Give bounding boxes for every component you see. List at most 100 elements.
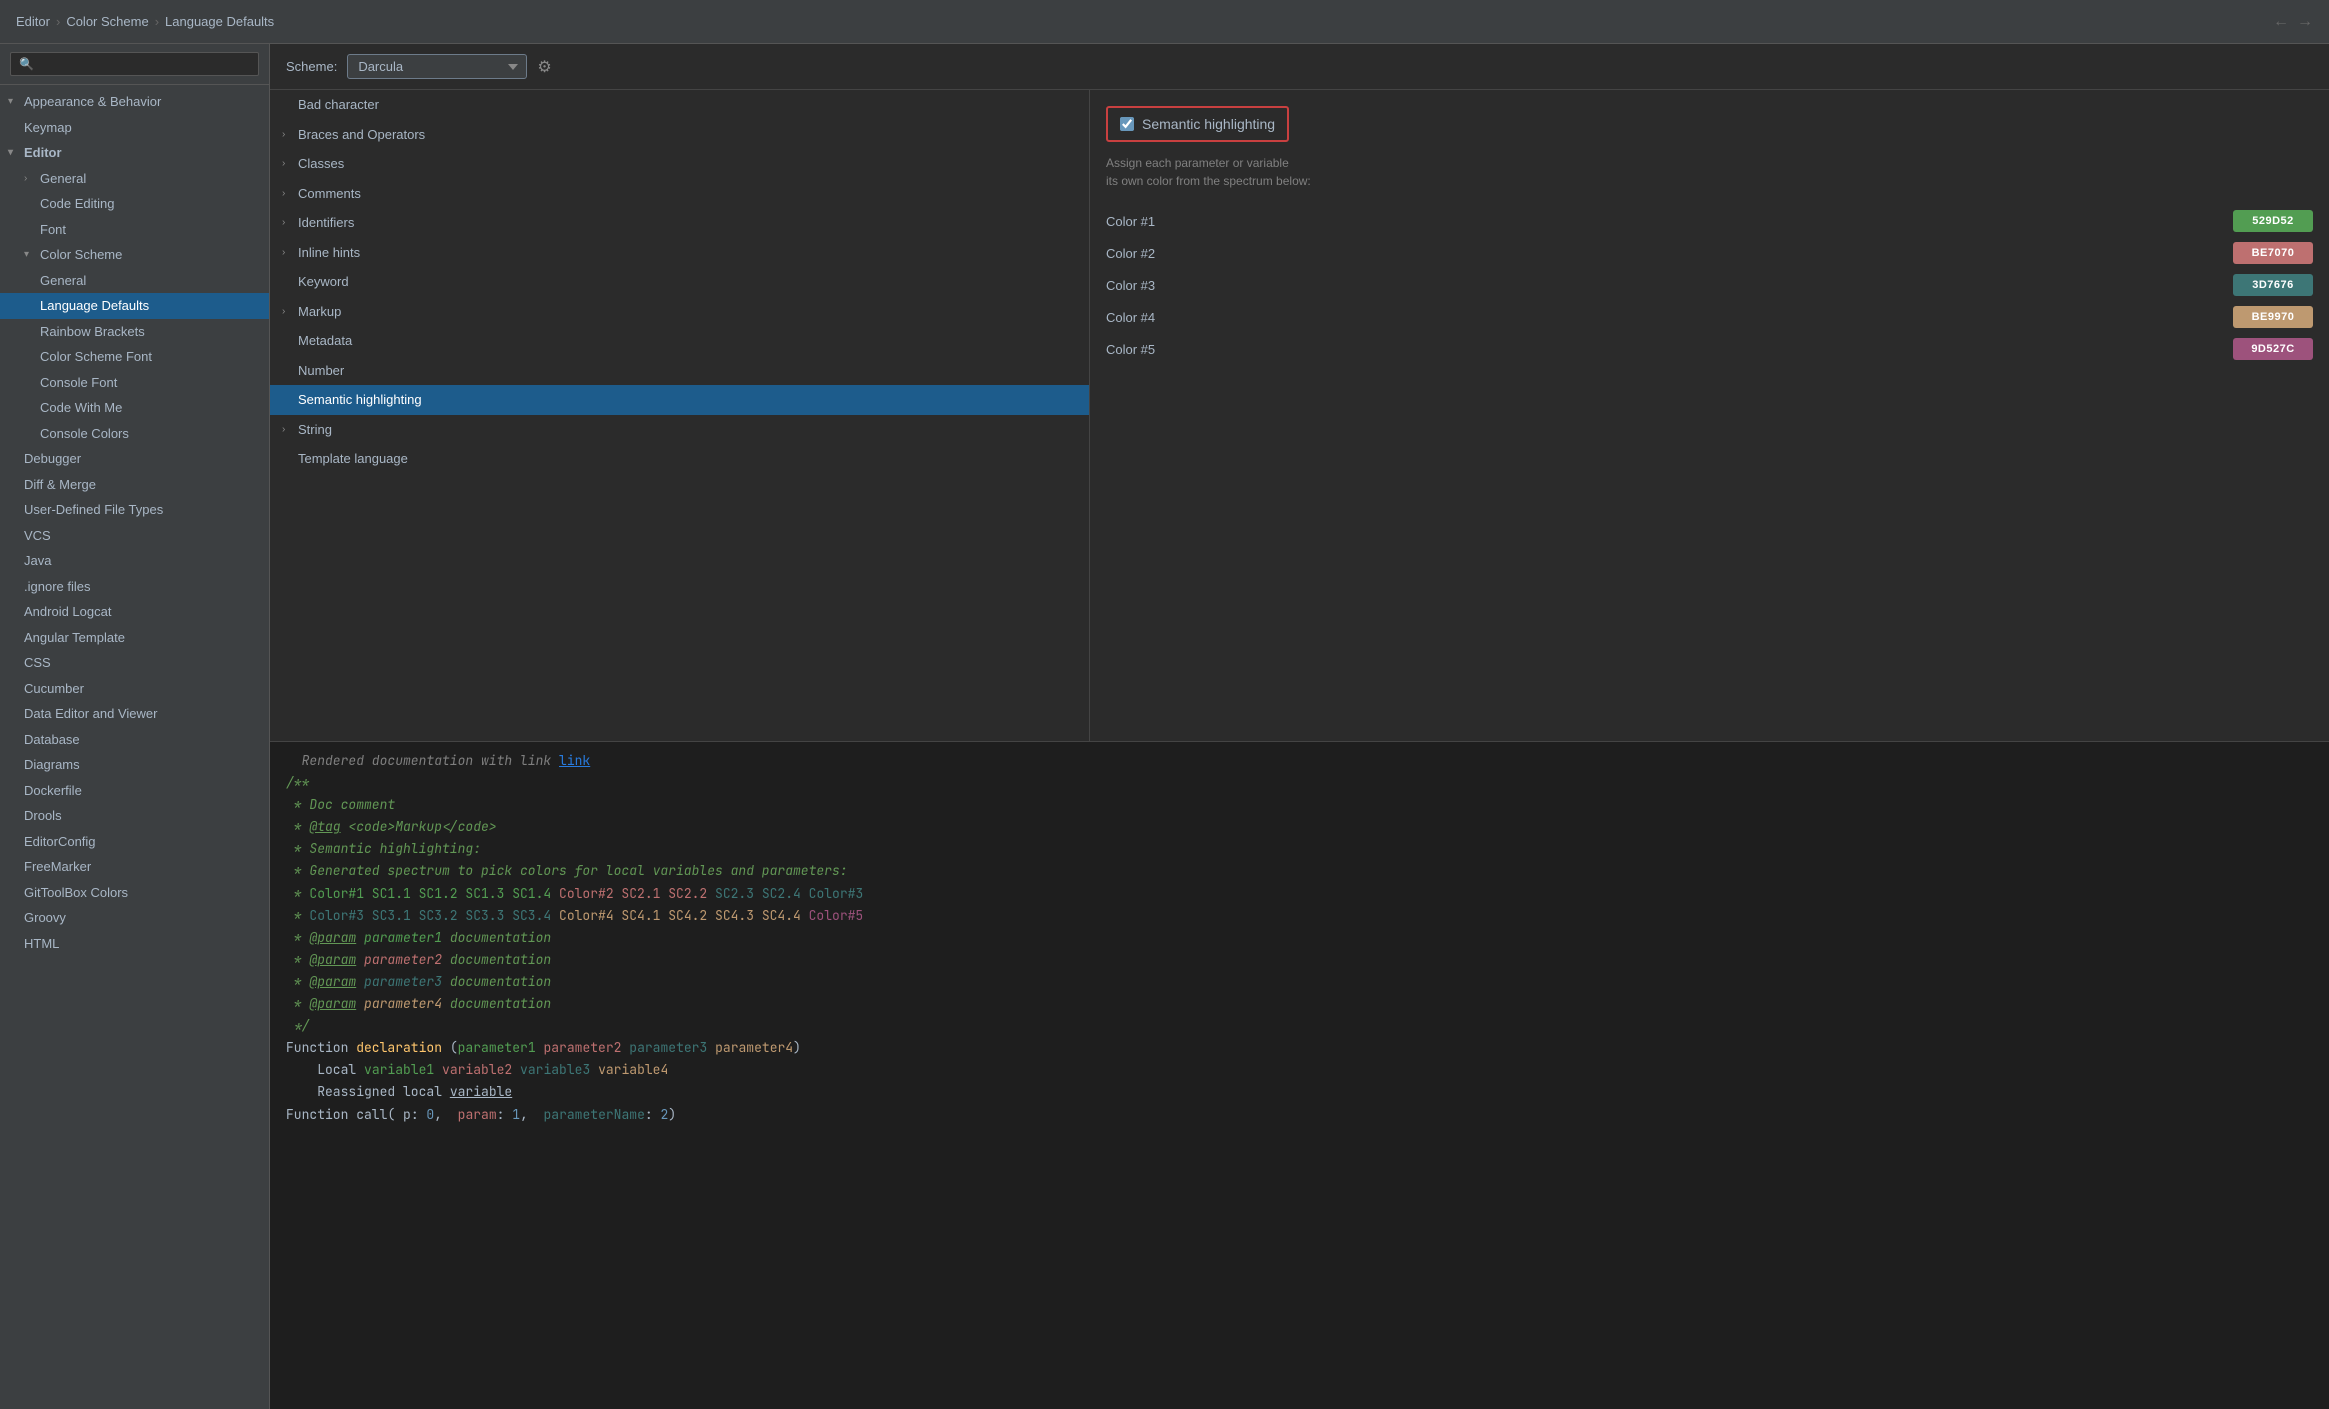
preview-line: */ bbox=[286, 1015, 2313, 1037]
sidebar-item-color-scheme-font[interactable]: Color Scheme Font bbox=[0, 344, 269, 370]
sidebar-item-angular[interactable]: Angular Template bbox=[0, 625, 269, 651]
breadcrumb-sep-2: › bbox=[155, 14, 159, 29]
search-input[interactable] bbox=[10, 52, 259, 76]
color-1-label: Color #1 bbox=[1106, 214, 1186, 229]
sidebar-item-java[interactable]: Java bbox=[0, 548, 269, 574]
sidebar-item-debugger[interactable]: Debugger bbox=[0, 446, 269, 472]
cat-markup[interactable]: › Markup bbox=[270, 297, 1089, 327]
cat-string[interactable]: › String bbox=[270, 415, 1089, 445]
sidebar-item-database[interactable]: Database bbox=[0, 727, 269, 753]
sidebar-item-label: Java bbox=[24, 551, 51, 571]
semantic-highlight-checkbox[interactable] bbox=[1120, 117, 1134, 131]
cat-label: Keyword bbox=[298, 272, 349, 292]
scheme-select[interactable]: Default Darcula High contrast IntelliJ L… bbox=[347, 54, 527, 79]
sidebar-item-code-with-me[interactable]: Code With Me bbox=[0, 395, 269, 421]
forward-arrow-icon[interactable]: → bbox=[2297, 13, 2313, 31]
sidebar-item-label: Rainbow Brackets bbox=[40, 322, 145, 342]
breadcrumb-editor[interactable]: Editor bbox=[16, 14, 50, 29]
sidebar-item-label: Code Editing bbox=[40, 194, 114, 214]
scheme-label: Scheme: bbox=[286, 59, 337, 74]
gear-icon[interactable]: ⚙ bbox=[537, 57, 551, 77]
sidebar-item-label: Diff & Merge bbox=[24, 475, 96, 495]
preview-line: * @param parameter4 documentation bbox=[286, 993, 2313, 1015]
preview-line: * @param parameter2 documentation bbox=[286, 949, 2313, 971]
sidebar-item-label: General bbox=[40, 169, 86, 189]
sidebar-item-css[interactable]: CSS bbox=[0, 650, 269, 676]
sidebar-item-ignore[interactable]: .ignore files bbox=[0, 574, 269, 600]
color-row-5: Color #5 9D527C bbox=[1106, 338, 2313, 360]
sidebar-item-label: Cucumber bbox=[24, 679, 84, 699]
color-row-2: Color #2 BE7070 bbox=[1106, 242, 2313, 264]
sidebar-item-gittoolbox[interactable]: GitToolBox Colors bbox=[0, 880, 269, 906]
cat-number[interactable]: Number bbox=[270, 356, 1089, 386]
sidebar-item-label: Database bbox=[24, 730, 80, 750]
sidebar-item-rainbow-brackets[interactable]: Rainbow Brackets bbox=[0, 319, 269, 345]
sidebar-item-freemarker[interactable]: FreeMarker bbox=[0, 854, 269, 880]
preview-line: * Color#3 SC3.1 SC3.2 SC3.3 SC3.4 Color#… bbox=[286, 905, 2313, 927]
cat-semantic[interactable]: Semantic highlighting bbox=[270, 385, 1089, 415]
color-3-swatch[interactable]: 3D7676 bbox=[2233, 274, 2313, 296]
cat-classes[interactable]: › Classes bbox=[270, 149, 1089, 179]
sidebar-item-editor[interactable]: ▾ Editor bbox=[0, 140, 269, 166]
sidebar-item-console-colors[interactable]: Console Colors bbox=[0, 421, 269, 447]
sidebar-item-color-scheme[interactable]: ▾ Color Scheme bbox=[0, 242, 269, 268]
cat-comments[interactable]: › Comments bbox=[270, 179, 1089, 209]
cat-bad-char[interactable]: Bad character bbox=[270, 90, 1089, 120]
sidebar-item-label: Console Font bbox=[40, 373, 117, 393]
color-2-swatch[interactable]: BE7070 bbox=[2233, 242, 2313, 264]
sidebar-item-html[interactable]: HTML bbox=[0, 931, 269, 957]
sidebar-item-editorconfig[interactable]: EditorConfig bbox=[0, 829, 269, 855]
chevron-right-icon: › bbox=[282, 422, 296, 437]
sidebar-item-dockerfile[interactable]: Dockerfile bbox=[0, 778, 269, 804]
cat-template[interactable]: Template language bbox=[270, 444, 1089, 474]
preview-line: * Semantic highlighting: bbox=[286, 838, 2313, 860]
sidebar-item-appearance[interactable]: ▾ Appearance & Behavior bbox=[0, 89, 269, 115]
color-1-swatch[interactable]: 529D52 bbox=[2233, 210, 2313, 232]
color-2-label: Color #2 bbox=[1106, 246, 1186, 261]
content-area: Scheme: Default Darcula High contrast In… bbox=[270, 44, 2329, 1409]
sidebar-item-label: Angular Template bbox=[24, 628, 125, 648]
preview-line: Reassigned local variable bbox=[286, 1081, 2313, 1103]
sidebar-item-language-defaults[interactable]: Language Defaults bbox=[0, 293, 269, 319]
semantic-checkbox-row: Semantic highlighting bbox=[1106, 106, 1289, 142]
cat-identifiers[interactable]: › Identifiers bbox=[270, 208, 1089, 238]
cat-inline-hints[interactable]: › Inline hints bbox=[270, 238, 1089, 268]
sidebar-item-console-font[interactable]: Console Font bbox=[0, 370, 269, 396]
sidebar-item-label: .ignore files bbox=[24, 577, 90, 597]
cat-keyword[interactable]: Keyword bbox=[270, 267, 1089, 297]
sidebar-item-groovy[interactable]: Groovy bbox=[0, 905, 269, 931]
color-5-swatch[interactable]: 9D527C bbox=[2233, 338, 2313, 360]
sidebar-item-diff-merge[interactable]: Diff & Merge bbox=[0, 472, 269, 498]
preview-area: Rendered documentation with link link /*… bbox=[270, 741, 2329, 1409]
sidebar-item-general[interactable]: › General bbox=[0, 166, 269, 192]
right-panel: Semantic highlighting Assign each parame… bbox=[1090, 90, 2329, 741]
sidebar-item-vcs[interactable]: VCS bbox=[0, 523, 269, 549]
color-4-swatch[interactable]: BE9970 bbox=[2233, 306, 2313, 328]
preview-line: Local variable1 variable2 variable3 vari… bbox=[286, 1059, 2313, 1081]
preview-line: Function call( p: 0, param: 1, parameter… bbox=[286, 1104, 2313, 1126]
sidebar-item-label: Diagrams bbox=[24, 755, 80, 775]
breadcrumb-sep-1: › bbox=[56, 14, 60, 29]
sidebar-item-android-logcat[interactable]: Android Logcat bbox=[0, 599, 269, 625]
back-arrow-icon[interactable]: ← bbox=[2273, 13, 2289, 31]
breadcrumb-color-scheme[interactable]: Color Scheme bbox=[66, 14, 148, 29]
sidebar-item-drools[interactable]: Drools bbox=[0, 803, 269, 829]
sidebar-item-diagrams[interactable]: Diagrams bbox=[0, 752, 269, 778]
sidebar-item-user-defined[interactable]: User-Defined File Types bbox=[0, 497, 269, 523]
sidebar-item-data-editor[interactable]: Data Editor and Viewer bbox=[0, 701, 269, 727]
cat-label: Template language bbox=[298, 449, 408, 469]
breadcrumb-language-defaults[interactable]: Language Defaults bbox=[165, 14, 274, 29]
sidebar-item-font[interactable]: Font bbox=[0, 217, 269, 243]
preview-line: Rendered documentation with link link bbox=[286, 750, 2313, 772]
sidebar-item-cucumber[interactable]: Cucumber bbox=[0, 676, 269, 702]
split-area: Bad character › Braces and Operators › C… bbox=[270, 90, 2329, 741]
sidebar-item-code-editing[interactable]: Code Editing bbox=[0, 191, 269, 217]
semantic-checkbox-label: Semantic highlighting bbox=[1142, 116, 1275, 132]
cat-braces[interactable]: › Braces and Operators bbox=[270, 120, 1089, 150]
cat-metadata[interactable]: Metadata bbox=[270, 326, 1089, 356]
cat-label: Semantic highlighting bbox=[298, 390, 422, 410]
search-box bbox=[0, 44, 269, 85]
preview-line: * @tag <code>Markup</code> bbox=[286, 816, 2313, 838]
sidebar-item-keymap[interactable]: Keymap bbox=[0, 115, 269, 141]
sidebar-item-cs-general[interactable]: General bbox=[0, 268, 269, 294]
